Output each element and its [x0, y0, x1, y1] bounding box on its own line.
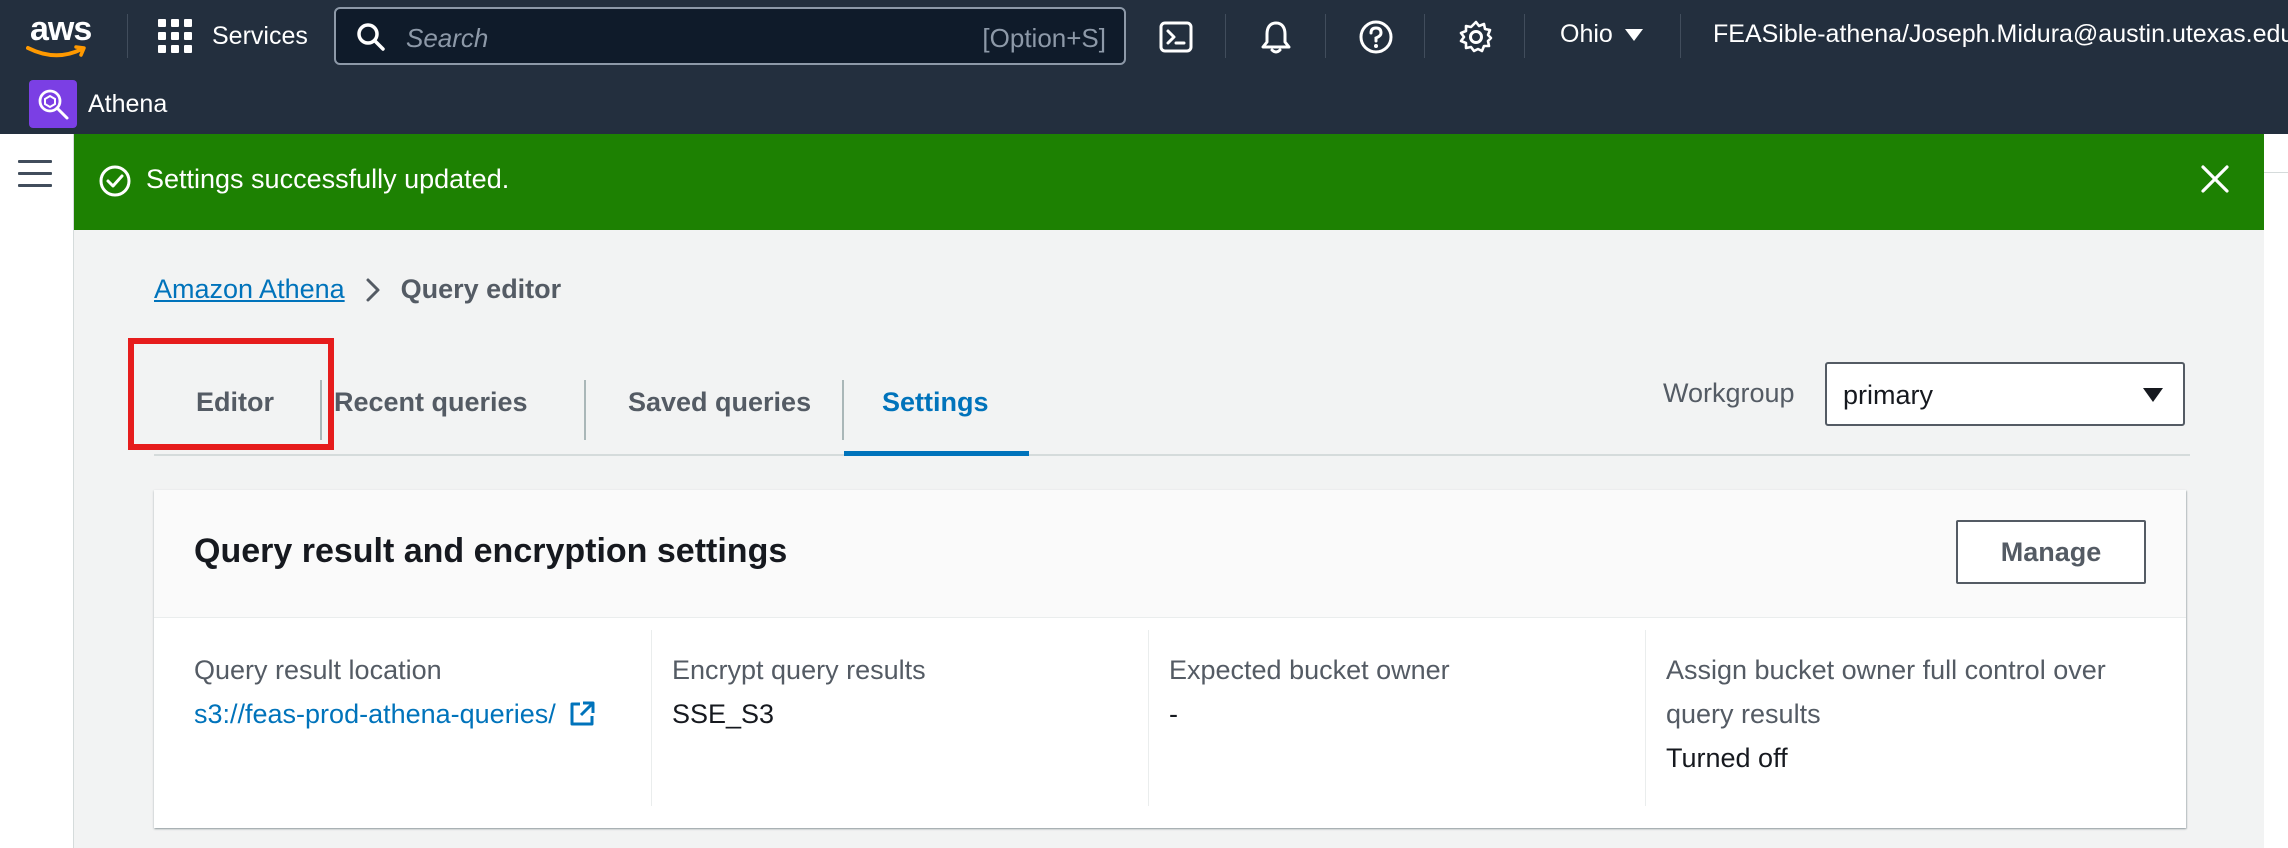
nav-divider — [1680, 14, 1681, 58]
services-grid-icon — [158, 19, 192, 53]
aws-smile-icon — [26, 45, 86, 58]
field-assign-bucket-owner-control: Assign bucket owner full control over qu… — [1646, 630, 2146, 806]
nav-divider — [1225, 14, 1226, 58]
nav-divider — [1424, 14, 1425, 58]
field-value: - — [1169, 699, 1178, 729]
global-nav-bar: aws Services Search [Option+S] Ohio FEAS… — [0, 0, 2288, 74]
field-label: Encrypt query results — [672, 655, 926, 685]
nav-divider — [127, 14, 128, 58]
region-label: Ohio — [1560, 20, 1613, 48]
bell-icon[interactable] — [1257, 18, 1295, 56]
athena-service-icon[interactable] — [29, 80, 77, 128]
account-menu[interactable]: FEASible-athena/Joseph.Midura@austin.ute… — [1713, 20, 2288, 49]
breadcrumb-current: Query editor — [400, 274, 562, 304]
card-title: Query result and encryption settings — [194, 532, 788, 570]
flash-message: Settings successfully updated. — [146, 164, 510, 194]
workgroup-select[interactable]: primary — [1825, 362, 2185, 426]
region-selector[interactable]: Ohio — [1560, 20, 1643, 49]
manage-button[interactable]: Manage — [1956, 520, 2146, 584]
field-label: Expected bucket owner — [1169, 655, 1450, 685]
field-label: Assign bucket owner full control over qu… — [1666, 655, 2106, 729]
tab-recent-queries[interactable]: Recent queries — [322, 350, 586, 454]
services-label: Services — [212, 21, 308, 50]
main-content: Amazon Athena Query editor Editor Recent… — [74, 230, 2264, 848]
search-icon — [357, 23, 385, 51]
settings-fields: Query result location s3://feas-prod-ath… — [154, 618, 2186, 828]
tab-label: Settings — [882, 386, 989, 417]
help-icon[interactable] — [1357, 18, 1395, 56]
cloudshell-icon[interactable] — [1157, 18, 1195, 56]
nav-divider — [1524, 14, 1525, 58]
nav-divider — [1325, 14, 1326, 58]
field-encrypt-query-results: Encrypt query results SSE_S3 — [652, 630, 1149, 806]
aws-logo[interactable]: aws — [26, 10, 96, 62]
side-navigation-rail — [0, 134, 74, 848]
top-navigation: aws Services Search [Option+S] Ohio FEAS… — [0, 0, 2288, 134]
chevron-right-icon — [366, 278, 380, 301]
field-value: SSE_S3 — [672, 699, 775, 729]
external-link-icon — [570, 701, 595, 726]
settings-card: Query result and encryption settings Man… — [154, 490, 2186, 828]
search-shortcut-hint: [Option+S] — [982, 23, 1106, 53]
success-flashbar: Settings successfully updated. — [74, 134, 2264, 230]
hamburger-menu-icon[interactable] — [18, 160, 52, 196]
services-menu-button[interactable]: Services — [158, 16, 308, 56]
field-expected-bucket-owner: Expected bucket owner - — [1149, 630, 1646, 806]
breadcrumb: Amazon Athena Query editor — [154, 274, 561, 305]
right-panel-edge — [2264, 134, 2288, 848]
close-icon[interactable] — [2198, 162, 2232, 196]
annotation-highlight-box — [128, 338, 334, 450]
workgroup-value: primary — [1843, 380, 1934, 410]
settings-icon[interactable] — [1457, 18, 1495, 56]
success-check-icon — [99, 165, 131, 197]
search-input[interactable]: Search [Option+S] — [334, 7, 1126, 65]
card-header: Query result and encryption settings Man… — [154, 490, 2186, 618]
tab-label: Recent queries — [334, 386, 528, 417]
service-bar: Athena — [0, 74, 2288, 134]
field-label: Query result location — [194, 655, 442, 685]
caret-down-icon — [2143, 388, 2163, 402]
workgroup-label: Workgroup — [1663, 378, 1795, 408]
field-query-result-location: Query result location s3://feas-prod-ath… — [154, 630, 652, 806]
field-value: Turned off — [1666, 743, 1788, 773]
query-result-location-link[interactable]: s3://feas-prod-athena-queries/ — [194, 692, 652, 736]
field-value: s3://feas-prod-athena-queries/ — [194, 699, 556, 729]
tab-saved-queries[interactable]: Saved queries — [586, 350, 844, 454]
tab-label: Saved queries — [628, 386, 812, 417]
tab-settings[interactable]: Settings — [844, 350, 1029, 456]
service-name-link[interactable]: Athena — [88, 90, 167, 119]
caret-down-icon — [1624, 28, 1643, 41]
breadcrumb-link-amazon-athena[interactable]: Amazon Athena — [154, 274, 345, 305]
search-placeholder: Search — [406, 23, 489, 53]
